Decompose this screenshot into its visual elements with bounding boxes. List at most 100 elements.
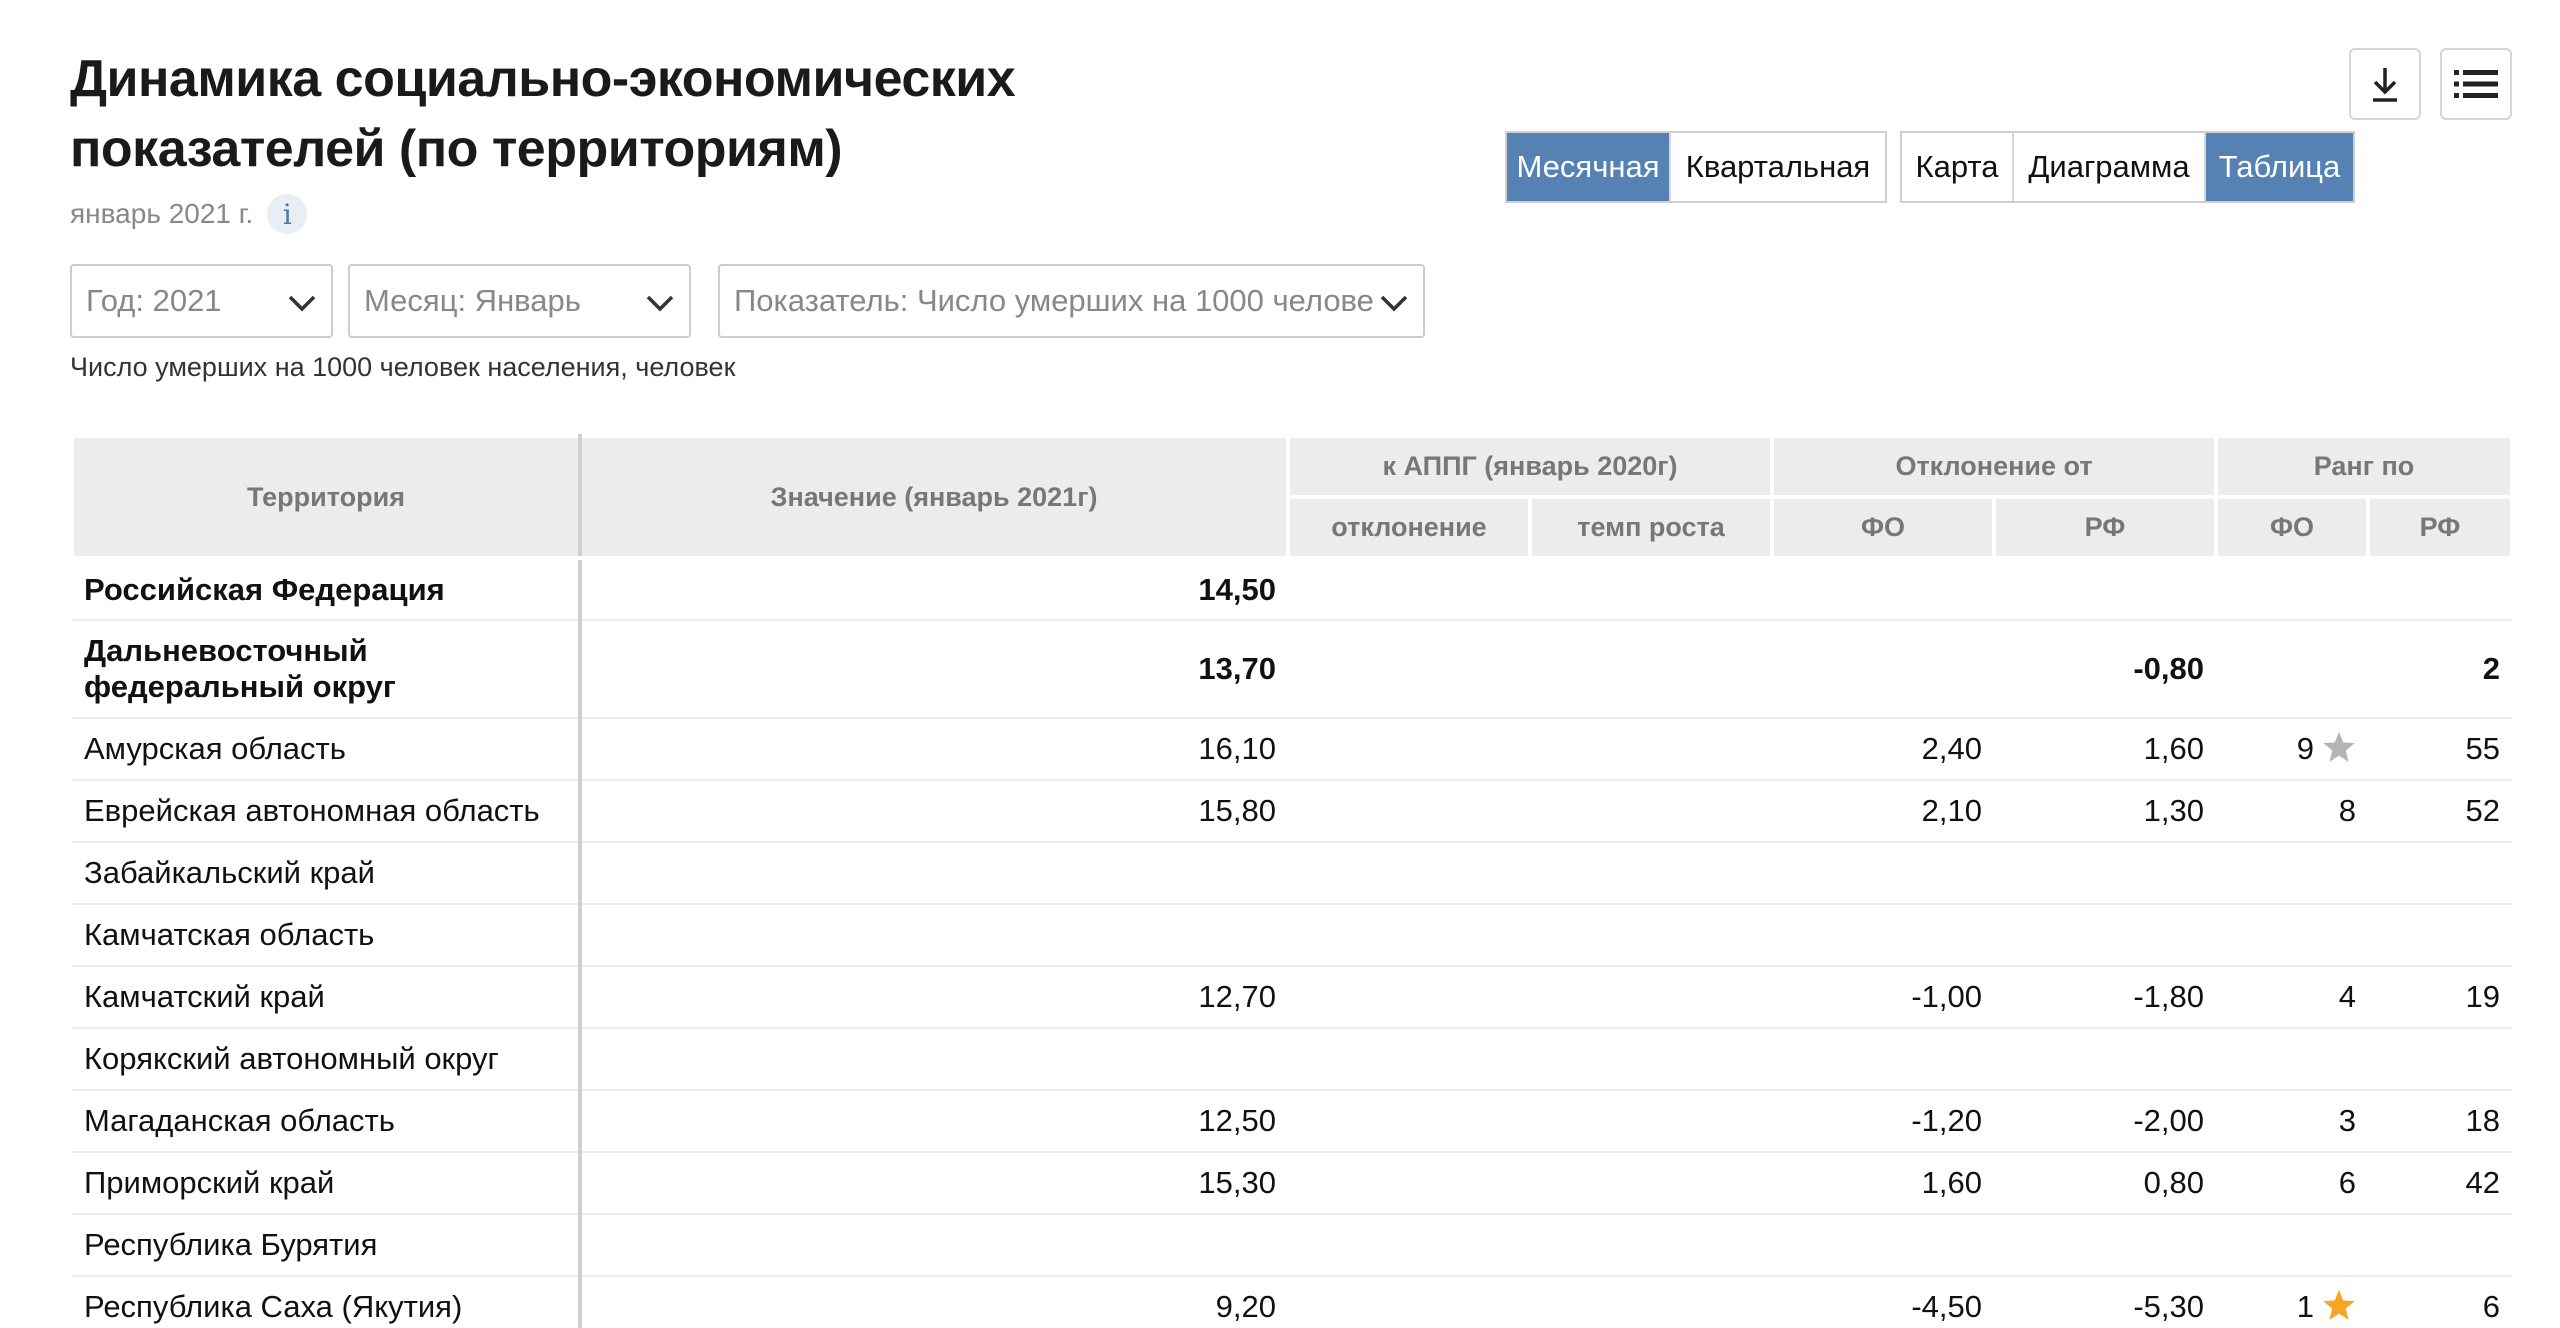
chevron-down-icon bbox=[1380, 295, 1408, 312]
cell-value-text: 14,50 bbox=[1198, 571, 1276, 607]
table-row[interactable]: Амурская область 16,10 2,40 1,60 9 55 bbox=[72, 718, 2513, 781]
header-appg-deviation[interactable]: отклонение bbox=[1286, 495, 1532, 560]
menu-button[interactable] bbox=[2440, 48, 2512, 120]
table-row[interactable]: Корякский автономный округ bbox=[72, 1028, 2513, 1091]
table-row[interactable]: Дальневосточный федеральный округ 13,70 -0… bbox=[72, 620, 2513, 719]
cell-territory-text: Камчатский край bbox=[84, 979, 325, 1014]
header-dev-rf[interactable]: РФ bbox=[1992, 495, 2219, 560]
cell-value: 12,50 bbox=[580, 1090, 1288, 1153]
cell-appg-deviation bbox=[1288, 904, 1530, 967]
cell-appg-deviation bbox=[1288, 1214, 1530, 1277]
year-select-value: Год: 2021 bbox=[86, 283, 222, 318]
chevron-down-icon bbox=[288, 295, 316, 312]
cell-value-text: 16,10 bbox=[1198, 731, 1276, 766]
header-value[interactable]: Значение (январь 2021г) bbox=[578, 434, 1290, 560]
header-territory[interactable]: Территория bbox=[70, 434, 582, 560]
cell-territory: Приморский край bbox=[72, 1152, 582, 1215]
cell-appg-rate bbox=[1530, 966, 1773, 1029]
cell-rank-fo-text: 3 bbox=[2338, 1103, 2357, 1138]
download-button[interactable] bbox=[2349, 48, 2421, 120]
table-row[interactable]: Забайкальский край bbox=[72, 842, 2513, 905]
toggle-quarterly[interactable]: Квартальная bbox=[1671, 133, 1885, 201]
cell-rank-fo bbox=[2216, 842, 2369, 905]
cell-territory-text: Российская Федерация bbox=[84, 571, 445, 607]
cell-appg-rate bbox=[1530, 904, 1773, 967]
header-dev-fo[interactable]: ФО bbox=[1770, 495, 1997, 560]
table-row[interactable]: Приморский край 15,30 1,60 0,80 6 42 bbox=[72, 1152, 2513, 1215]
cell-territory: Камчатский край bbox=[72, 966, 582, 1029]
indicator-select[interactable]: Показатель: Число умерших на 1000 челове bbox=[718, 264, 1425, 338]
year-select[interactable]: Год: 2021 bbox=[70, 264, 333, 338]
toggle-diagram[interactable]: Диаграмма bbox=[2014, 133, 2206, 201]
header-appg-rate[interactable]: темп роста bbox=[1527, 495, 1775, 560]
cell-territory: Магаданская область bbox=[72, 1090, 582, 1153]
cell-dev-fo: 1,60 bbox=[1772, 1152, 1995, 1215]
cell-dev-rf bbox=[1994, 1214, 2217, 1277]
cell-territory: Дальневосточный федеральный округ bbox=[72, 620, 582, 719]
cell-value: 12,70 bbox=[580, 966, 1288, 1029]
period-subtitle: январь 2021 г. i bbox=[70, 194, 308, 234]
cell-value-text: 13,70 bbox=[1198, 651, 1276, 686]
header-appg: к АППГ (январь 2020г) bbox=[1285, 434, 1775, 499]
cell-dev-rf: -2,00 bbox=[1994, 1090, 2217, 1153]
month-select-value: Месяц: Январь bbox=[364, 283, 581, 318]
cell-appg-rate bbox=[1530, 1214, 1773, 1277]
cell-dev-fo-text: -1,00 bbox=[1911, 979, 1983, 1014]
cell-dev-rf bbox=[1994, 1028, 2217, 1091]
cell-appg-deviation bbox=[1288, 1090, 1530, 1153]
cell-rank-rf bbox=[2368, 842, 2513, 905]
cell-dev-fo: -4,50 bbox=[1772, 1276, 1995, 1328]
period-toggle: Месячная Квартальная bbox=[1505, 131, 1887, 203]
cell-dev-fo: 2,40 bbox=[1772, 718, 1995, 781]
cell-appg-deviation bbox=[1288, 780, 1530, 843]
cell-rank-fo-text: 9 bbox=[2296, 731, 2315, 766]
cell-dev-rf-text: -2,00 bbox=[2133, 1103, 2205, 1138]
month-select[interactable]: Месяц: Январь bbox=[348, 264, 691, 338]
cell-territory-text: Республика Саха (Якутия) bbox=[84, 1289, 463, 1324]
table-row[interactable]: Республика Бурятия bbox=[72, 1214, 2513, 1277]
cell-dev-rf bbox=[1994, 842, 2217, 905]
data-table: Территория Значение (январь 2021г) к АПП… bbox=[70, 434, 2515, 1328]
table-row[interactable]: Российская Федерация 14,50 bbox=[72, 558, 2513, 621]
table-row[interactable]: Республика Саха (Якутия) 9,20 -4,50 -5,30 1 6 bbox=[72, 1276, 2513, 1328]
cell-dev-rf bbox=[1994, 558, 2217, 621]
cell-dev-fo bbox=[1772, 620, 1995, 719]
cell-rank-fo bbox=[2216, 1028, 2369, 1091]
cell-value: 13,70 bbox=[580, 620, 1288, 719]
header-rank-fo[interactable]: ФО bbox=[2214, 495, 2371, 560]
cell-rank-rf-text: 42 bbox=[2465, 1165, 2501, 1200]
cell-appg-rate bbox=[1530, 620, 1773, 719]
table-row[interactable]: Магаданская область 12,50 -1,20 -2,00 3 18 bbox=[72, 1090, 2513, 1153]
cell-value: 14,50 bbox=[580, 558, 1288, 621]
toggle-map[interactable]: Карта bbox=[1902, 133, 2014, 201]
cell-appg-rate bbox=[1530, 842, 1773, 905]
cell-territory-text: Дальневосточный федеральный округ bbox=[84, 633, 396, 704]
table-row[interactable]: Камчатская область bbox=[72, 904, 2513, 967]
indicator-select-value: Показатель: Число умерших на 1000 челове bbox=[734, 283, 1374, 318]
cell-rank-rf: 18 bbox=[2368, 1090, 2513, 1153]
cell-territory: Еврейская автономная область bbox=[72, 780, 582, 843]
cell-appg-rate bbox=[1530, 1276, 1773, 1328]
table-row[interactable]: Камчатский край 12,70 -1,00 -1,80 4 19 bbox=[72, 966, 2513, 1029]
cell-dev-fo: -1,20 bbox=[1772, 1090, 1995, 1153]
cell-dev-rf bbox=[1994, 904, 2217, 967]
table-row[interactable]: Еврейская автономная область 15,80 2,10 1,3… bbox=[72, 780, 2513, 843]
page-title-line-1: Динамика социально-экономических bbox=[70, 50, 1016, 108]
cell-value bbox=[580, 1214, 1288, 1277]
info-icon[interactable]: i bbox=[267, 194, 308, 234]
cell-value: 15,30 bbox=[580, 1152, 1288, 1215]
cell-appg-deviation bbox=[1288, 718, 1530, 781]
toggle-table[interactable]: Таблица bbox=[2206, 133, 2353, 201]
cell-territory: Амурская область bbox=[72, 718, 582, 781]
cell-dev-fo-text: -4,50 bbox=[1911, 1289, 1983, 1324]
header-rank-rf[interactable]: РФ bbox=[2366, 495, 2515, 560]
header-deviation-from: Отклонение от bbox=[1770, 434, 2219, 499]
cell-rank-fo bbox=[2216, 558, 2369, 621]
toggle-monthly[interactable]: Месячная bbox=[1507, 133, 1671, 201]
cell-appg-rate bbox=[1530, 718, 1773, 781]
cell-dev-fo-text: 2,10 bbox=[1921, 793, 1983, 828]
cell-dev-rf-text: -5,30 bbox=[2133, 1289, 2205, 1324]
cell-rank-rf: 52 bbox=[2368, 780, 2513, 843]
cell-dev-fo-text: 1,60 bbox=[1921, 1165, 1983, 1200]
cell-rank-rf bbox=[2368, 558, 2513, 621]
